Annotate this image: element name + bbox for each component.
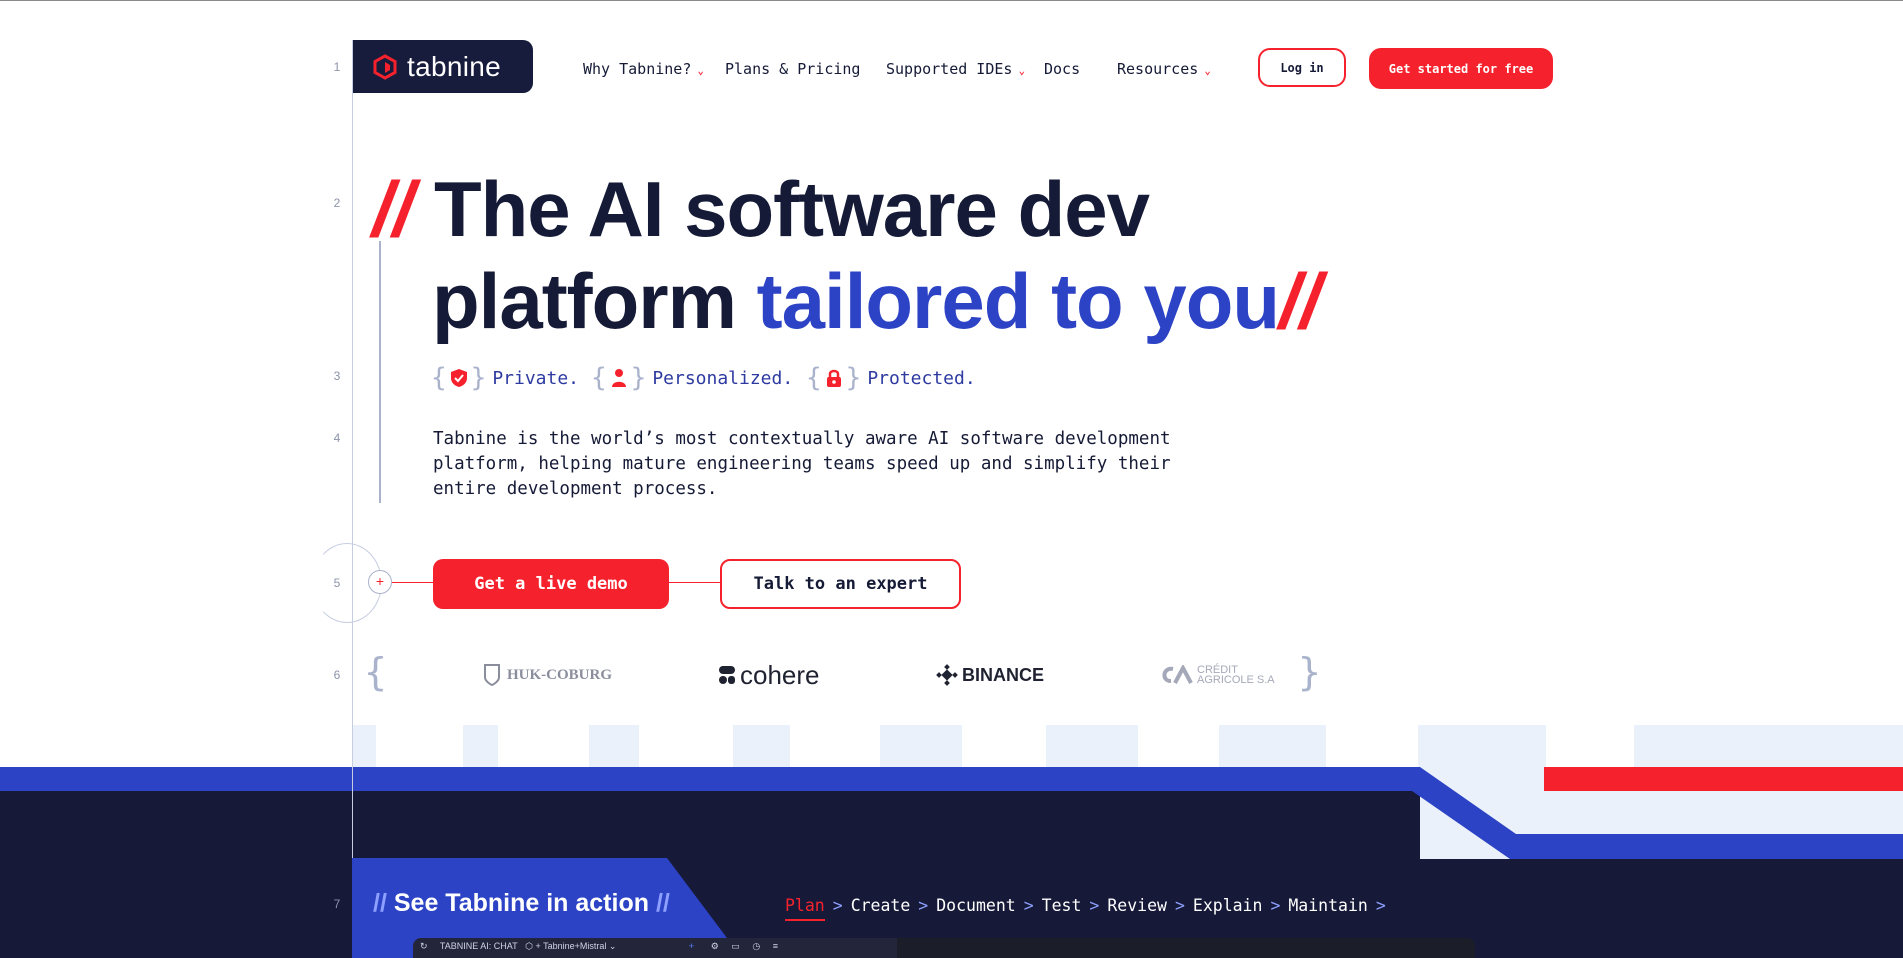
customer-name: HUK-COBURG bbox=[507, 666, 612, 683]
feature-label: Protected. bbox=[867, 367, 976, 389]
nav-label: Why Tabnine? bbox=[583, 60, 692, 78]
binance-logo: BINANCE bbox=[936, 660, 1044, 690]
window-top-border bbox=[0, 0, 1903, 1]
step-separator: > bbox=[1375, 896, 1386, 915]
headline-line1: The AI software dev bbox=[434, 165, 1150, 253]
brace-open: { bbox=[591, 363, 607, 393]
customer-name: cohere bbox=[740, 659, 820, 690]
ide-editor-panel bbox=[897, 938, 1475, 958]
nav-supported-ides[interactable]: Supported IDEs ⌄ bbox=[886, 60, 1025, 78]
nav-label: Plans & Pricing bbox=[725, 60, 861, 78]
hero-description: Tabnine is the world’s most contextually… bbox=[433, 429, 1171, 499]
step-separator: > bbox=[1270, 896, 1281, 915]
gutter-line-overlay bbox=[352, 40, 353, 958]
add-icon[interactable]: + bbox=[689, 941, 694, 951]
action-title: See Tabnine in action bbox=[393, 889, 649, 917]
brace-open: { bbox=[431, 363, 447, 393]
step-separator: > bbox=[1089, 896, 1100, 915]
customer-name: BINANCE bbox=[962, 664, 1045, 685]
tabnine-hexagon-icon bbox=[373, 53, 397, 80]
step-separator: > bbox=[1174, 896, 1185, 915]
brace-close: } bbox=[630, 363, 647, 393]
feature-label: Personalized. bbox=[652, 367, 794, 389]
feature-protected: { } Protected. bbox=[806, 363, 976, 393]
headline-line2: platform tailored to you// bbox=[372, 255, 1321, 347]
huk-shield-icon bbox=[484, 664, 500, 687]
logo-text: tabnine bbox=[407, 50, 501, 82]
line-number: 3 bbox=[333, 369, 341, 383]
step-maintain[interactable]: Maintain bbox=[1288, 896, 1367, 915]
chevron-down-icon: ⌄ bbox=[1204, 64, 1211, 77]
shield-check-icon bbox=[449, 367, 469, 389]
gear-icon[interactable]: ⚙ bbox=[711, 941, 719, 951]
headline-plain: platform bbox=[432, 257, 757, 345]
hero-headline: // The AI software dev platform tailored… bbox=[372, 163, 1321, 347]
stripe-decoration bbox=[0, 767, 1903, 859]
get-started-button[interactable]: Get started for free bbox=[1369, 48, 1553, 89]
brace-open: { bbox=[806, 363, 822, 393]
lock-icon bbox=[824, 367, 844, 389]
huk-coburg-logo: HUK-COBURG bbox=[483, 660, 612, 690]
refresh-icon[interactable]: ↻ bbox=[420, 941, 428, 951]
history-icon[interactable]: ◷ bbox=[752, 941, 760, 951]
ide-title: TABNINE AI: CHAT bbox=[439, 941, 518, 951]
workflow-steps: Plan > Create > Document > Test > Review > Explain… bbox=[785, 896, 1394, 921]
nav-docs[interactable]: Docs bbox=[1044, 60, 1080, 78]
step-separator: > bbox=[1023, 896, 1034, 915]
line-number: 4 bbox=[333, 431, 341, 445]
line-number: 2 bbox=[333, 196, 341, 210]
action-slash-open: // bbox=[373, 889, 387, 917]
credit-agricole-mark-icon bbox=[1162, 665, 1193, 684]
cohere-mark-icon bbox=[719, 666, 735, 684]
ide-toolbar: ↻ TABNINE AI: CHAT ⬡ + Tabnine+Mistral ⌄… bbox=[420, 941, 778, 951]
step-create[interactable]: Create bbox=[851, 896, 911, 915]
nav-label: Docs bbox=[1044, 60, 1081, 78]
nav-label: Supported IDEs bbox=[886, 60, 1013, 78]
binance-diamond-icon bbox=[936, 664, 958, 686]
logos-brace-close: } bbox=[1298, 650, 1321, 694]
chevron-down-icon: ⌄ bbox=[1018, 64, 1026, 77]
line-number: 1 bbox=[333, 60, 341, 74]
feature-personalized: { } Personalized. bbox=[591, 363, 794, 393]
headline-slash-open: // bbox=[372, 165, 414, 253]
login-button[interactable]: Log in bbox=[1258, 48, 1346, 87]
brace-close: } bbox=[845, 363, 862, 393]
step-separator: > bbox=[832, 896, 843, 915]
feature-private: { } Private. bbox=[431, 363, 580, 393]
chevron-down-icon[interactable]: ⌄ bbox=[609, 941, 617, 951]
nav-plans-pricing[interactable]: Plans & Pricing bbox=[725, 60, 860, 78]
step-plan[interactable]: Plan bbox=[785, 896, 825, 921]
nav-label: Resources bbox=[1117, 60, 1199, 78]
chevron-down-icon: ⌄ bbox=[697, 64, 704, 77]
plus-icon: + bbox=[368, 570, 392, 594]
tabnine-logo[interactable]: tabnine bbox=[353, 40, 533, 93]
headline-slash-close: // bbox=[1279, 257, 1321, 345]
step-review[interactable]: Review bbox=[1107, 896, 1167, 915]
action-slash-close: // bbox=[655, 889, 670, 917]
feature-label: Private. bbox=[492, 367, 580, 389]
talk-to-expert-button[interactable]: Talk to an expert bbox=[720, 559, 961, 609]
customer-name: CRÉDIT AGRICOLE S.A bbox=[1197, 664, 1275, 686]
line-number: 7 bbox=[333, 897, 341, 911]
model-icon: ⬡ bbox=[525, 941, 533, 951]
step-separator: > bbox=[918, 896, 929, 915]
step-explain[interactable]: Explain bbox=[1193, 896, 1263, 915]
credit-agricole-logo: CRÉDIT AGRICOLE S.A bbox=[1159, 660, 1297, 690]
headline-accent: tailored to you bbox=[756, 257, 1280, 345]
brace-close: } bbox=[470, 363, 487, 393]
live-demo-button[interactable]: Get a live demo bbox=[433, 559, 669, 609]
person-icon bbox=[609, 367, 629, 389]
step-test[interactable]: Test bbox=[1042, 896, 1082, 915]
nav-resources[interactable]: Resources ⌄ bbox=[1117, 60, 1211, 78]
see-tabnine-heading: // See Tabnine in action // bbox=[373, 889, 670, 918]
line-number: 6 bbox=[333, 668, 341, 682]
chat-icon[interactable]: ▭ bbox=[731, 941, 740, 951]
nav-why-tabnine[interactable]: Why Tabnine? ⌄ bbox=[583, 60, 704, 78]
cohere-logo: cohere bbox=[718, 660, 820, 690]
settings-list-icon[interactable]: ≡ bbox=[773, 941, 778, 951]
ide-model[interactable]: Tabnine+Mistral bbox=[543, 941, 606, 951]
step-document[interactable]: Document bbox=[936, 896, 1015, 915]
logos-brace-open: { bbox=[364, 650, 387, 694]
